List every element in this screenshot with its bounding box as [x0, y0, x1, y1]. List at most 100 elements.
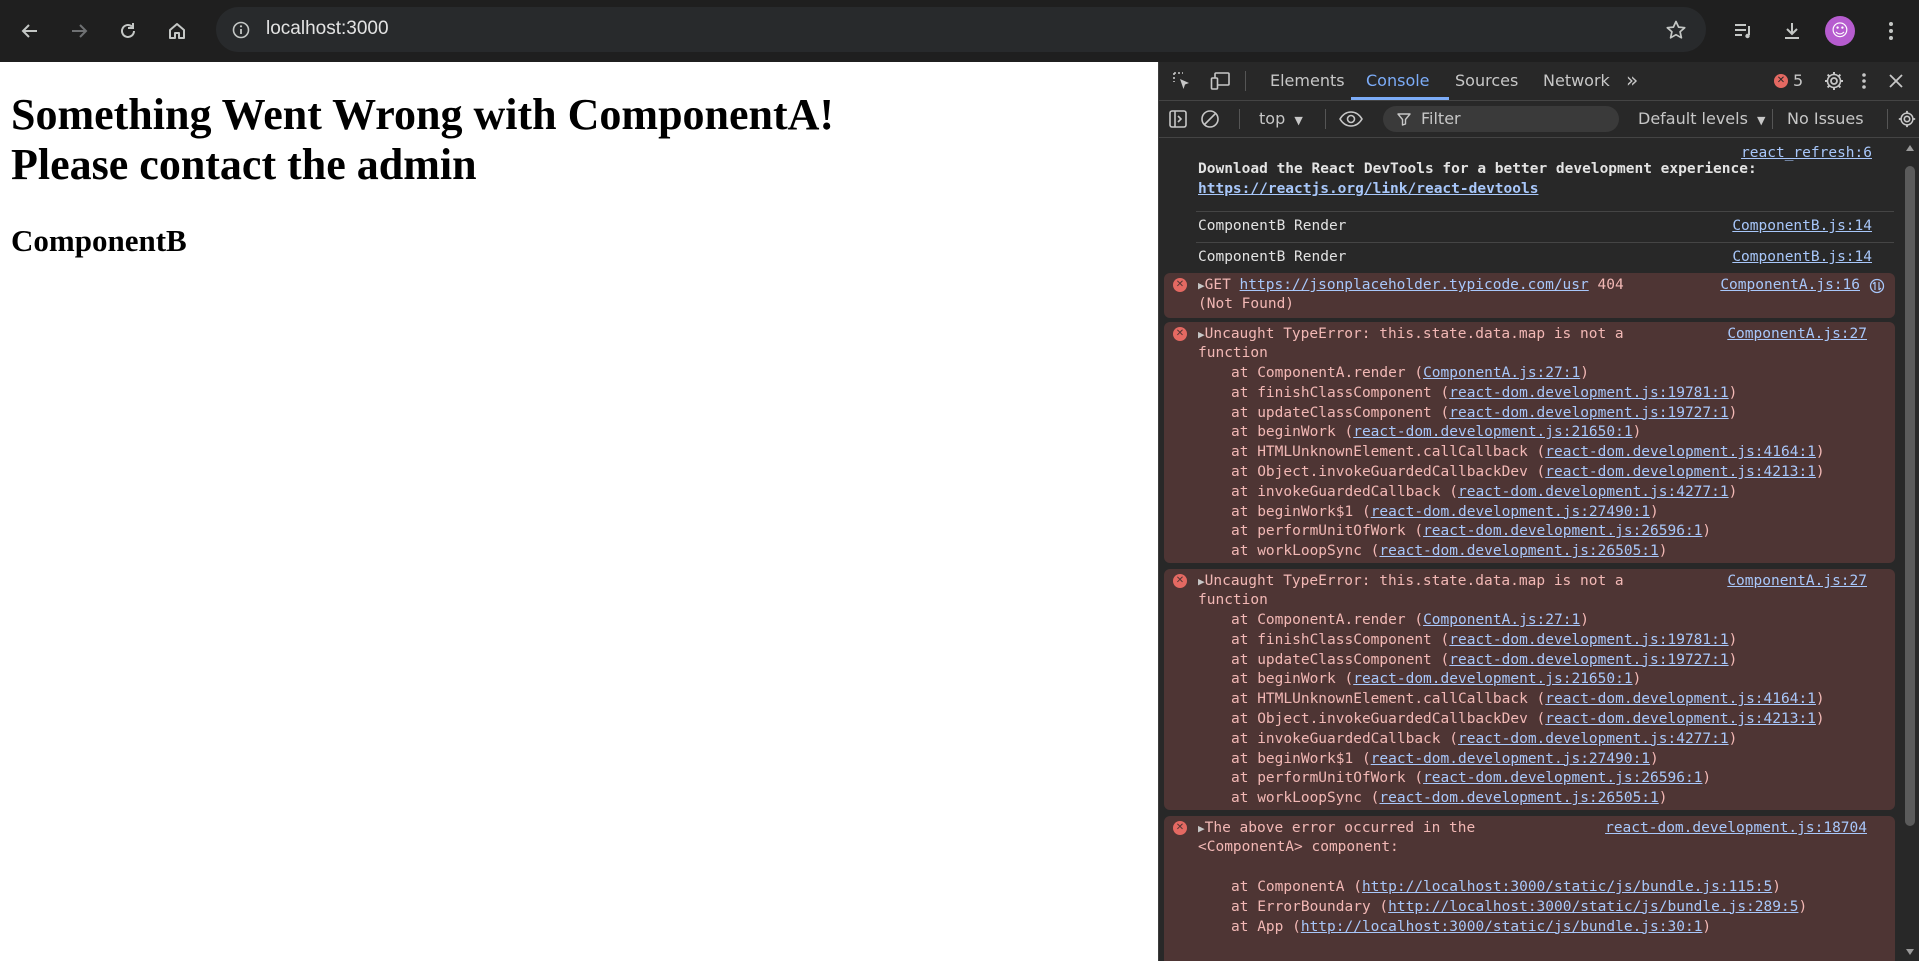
stack-frame-function: at performUnitOfWork (: [1231, 523, 1424, 540]
react-devtools-link[interactable]: https://reactjs.org/link/react-devtools: [1198, 180, 1538, 200]
tab-sources[interactable]: Sources: [1455, 71, 1518, 90]
media-controls-icon[interactable]: [1725, 13, 1761, 49]
message-source-link[interactable]: ComponentA.js:27: [1727, 572, 1867, 592]
stack-frame: at finishClassComponent (react-dom.devel…: [1231, 631, 1737, 651]
download-icon[interactable]: [1774, 13, 1810, 49]
stack-frame: at invokeGuardedCallback (react-dom.deve…: [1231, 483, 1737, 503]
stack-frame-link[interactable]: react-dom.development.js:26596:1: [1423, 523, 1702, 539]
stack-frame: at updateClassComponent (react-dom.devel…: [1231, 404, 1737, 424]
message-source-link[interactable]: ComponentA.js:16: [1720, 276, 1860, 296]
expand-triangle-icon[interactable]: ▶: [1198, 575, 1205, 588]
console-error-message[interactable]: ✕ ▶GET https://jsonplaceholder.typicode.…: [1164, 273, 1895, 318]
settings-gear-icon[interactable]: [1822, 69, 1846, 93]
stack-frame-link[interactable]: react-dom.development.js:27490:1: [1371, 504, 1650, 520]
context-selector[interactable]: top ▼: [1259, 109, 1303, 128]
stack-frame-link[interactable]: react-dom.development.js:26505:1: [1379, 790, 1658, 806]
stack-frame-link[interactable]: react-dom.development.js:21650:1: [1353, 424, 1632, 440]
stack-frame-function: at beginWork$1 (: [1231, 503, 1371, 520]
stack-frame-link[interactable]: http://localhost:3000/static/js/bundle.j…: [1301, 919, 1703, 935]
stack-frame: at HTMLUnknownElement.callCallback (reac…: [1231, 690, 1825, 710]
console-filter-input[interactable]: Filter: [1383, 106, 1619, 132]
console-error-message[interactable]: ✕ ▶The above error occurred in the <Comp…: [1164, 816, 1895, 961]
site-info-icon[interactable]: [227, 16, 255, 44]
component-b-heading: ComponentB: [11, 223, 187, 258]
profile-avatar[interactable]: ☺: [1825, 16, 1855, 46]
stack-frame-link[interactable]: ComponentA.js:27:1: [1423, 365, 1580, 381]
separator: [1772, 109, 1773, 129]
home-button[interactable]: [159, 13, 195, 49]
stack-frame-link[interactable]: react-dom.development.js:21650:1: [1353, 671, 1632, 687]
stack-frame-link[interactable]: react-dom.development.js:19781:1: [1449, 385, 1728, 401]
stack-frame-link[interactable]: react-dom.development.js:19727:1: [1449, 405, 1728, 421]
tab-network[interactable]: Network: [1543, 71, 1610, 90]
issues-button[interactable]: No Issues: [1787, 109, 1864, 128]
error-count-text: 5: [1793, 71, 1804, 90]
console-toolbar: top ▼ Filter Default levels ▼ No Issues: [1159, 101, 1919, 138]
log-levels-dropdown[interactable]: Default levels ▼: [1638, 109, 1766, 128]
stack-frame-close: ): [1728, 384, 1738, 401]
tab-elements[interactable]: Elements: [1270, 71, 1345, 90]
message-text: ▶Uncaught TypeError: this.state.data.map…: [1198, 325, 1624, 345]
reload-button[interactable]: [110, 13, 146, 49]
error-heading: Something Went Wrong with ComponentA! Pl…: [11, 90, 834, 190]
device-toolbar-icon[interactable]: [1209, 70, 1233, 92]
stack-frame-link[interactable]: react-dom.development.js:19781:1: [1449, 632, 1728, 648]
stack-frame-link[interactable]: react-dom.development.js:4213:1: [1545, 711, 1816, 727]
forward-button[interactable]: [61, 13, 97, 49]
console-error-message[interactable]: ✕ ▶Uncaught TypeError: this.state.data.m…: [1164, 322, 1895, 563]
message-source-link[interactable]: ComponentB.js:14: [1732, 248, 1872, 268]
browser-menu-icon[interactable]: [1873, 13, 1909, 49]
network-request-icon[interactable]: [1869, 278, 1885, 294]
live-expression-eye-icon[interactable]: [1337, 108, 1365, 130]
stack-frame-close: ): [1702, 770, 1712, 787]
stack-frame-link[interactable]: react-dom.development.js:4164:1: [1545, 691, 1816, 707]
stack-frame: at Object.invokeGuardedCallbackDev (reac…: [1231, 710, 1825, 730]
avatar-glyph: ☺: [1831, 21, 1849, 41]
tab-console[interactable]: Console: [1366, 71, 1430, 90]
expand-triangle-icon[interactable]: ▶: [1198, 279, 1205, 292]
url-text[interactable]: localhost:3000: [266, 18, 389, 40]
stack-frame-link[interactable]: react-dom.development.js:4164:1: [1545, 444, 1816, 460]
scroll-up-arrow-icon[interactable]: [1905, 144, 1915, 152]
scroll-down-arrow-icon[interactable]: [1905, 948, 1915, 956]
console-scrollbar[interactable]: [1900, 138, 1919, 961]
arrow-right-icon: [72, 24, 88, 38]
error-counter[interactable]: ✕ 5: [1774, 71, 1803, 90]
stack-frame-link[interactable]: react-dom.development.js:4277:1: [1458, 731, 1729, 747]
expand-triangle-icon[interactable]: ▶: [1198, 328, 1205, 341]
message-source-link[interactable]: react_refresh:6: [1741, 144, 1872, 164]
bookmark-star-icon[interactable]: [1662, 16, 1690, 44]
console-settings-gear-icon[interactable]: [1896, 108, 1918, 130]
stack-frame-close: ): [1772, 879, 1781, 895]
close-devtools-icon[interactable]: [1885, 70, 1907, 92]
message-source-link[interactable]: ComponentA.js:27: [1727, 325, 1867, 345]
page-viewport: Something Went Wrong with ComponentA! Pl…: [0, 62, 1158, 961]
more-tabs-button[interactable]: »: [1626, 68, 1638, 92]
scrollbar-thumb[interactable]: [1905, 166, 1915, 826]
stack-frame-link[interactable]: react-dom.development.js:19727:1: [1449, 652, 1728, 668]
stack-frame-link[interactable]: react-dom.development.js:26596:1: [1423, 770, 1702, 786]
message-source-link[interactable]: react-dom.development.js:18704: [1605, 819, 1867, 839]
message-text: <ComponentA> component:: [1198, 839, 1399, 855]
stack-frame-link[interactable]: react-dom.development.js:4277:1: [1458, 484, 1729, 500]
separator: [1245, 71, 1246, 91]
inspect-element-icon[interactable]: [1171, 70, 1193, 92]
console-error-message[interactable]: ✕ ▶Uncaught TypeError: this.state.data.m…: [1164, 569, 1895, 810]
stack-frame-link[interactable]: react-dom.development.js:27490:1: [1371, 751, 1650, 767]
back-button[interactable]: [12, 13, 48, 49]
dropdown-arrow-icon: ▼: [1294, 114, 1303, 127]
devtools-menu-icon[interactable]: [1858, 70, 1870, 92]
console-output: react_refresh:6 Download the React DevTo…: [1159, 138, 1900, 961]
stack-frame-link[interactable]: http://localhost:3000/static/js/bundle.j…: [1388, 899, 1798, 915]
message-source-link[interactable]: ComponentB.js:14: [1732, 217, 1872, 237]
stack-frame-link[interactable]: react-dom.development.js:26505:1: [1379, 543, 1658, 559]
sidebar-toggle-icon[interactable]: [1167, 108, 1189, 130]
stack-frame-link[interactable]: ComponentA.js:27:1: [1423, 612, 1580, 628]
stack-frame-link[interactable]: react-dom.development.js:4213:1: [1545, 464, 1816, 480]
clear-console-icon[interactable]: [1199, 108, 1221, 130]
request-url-link[interactable]: https://jsonplaceholder.typicode.com/usr: [1240, 277, 1589, 293]
expand-triangle-icon[interactable]: ▶: [1198, 822, 1205, 835]
stack-frame-function: at beginWork (: [1231, 424, 1354, 441]
stack-frame-link[interactable]: http://localhost:3000/static/js/bundle.j…: [1362, 879, 1772, 895]
address-bar[interactable]: localhost:3000: [216, 7, 1706, 52]
